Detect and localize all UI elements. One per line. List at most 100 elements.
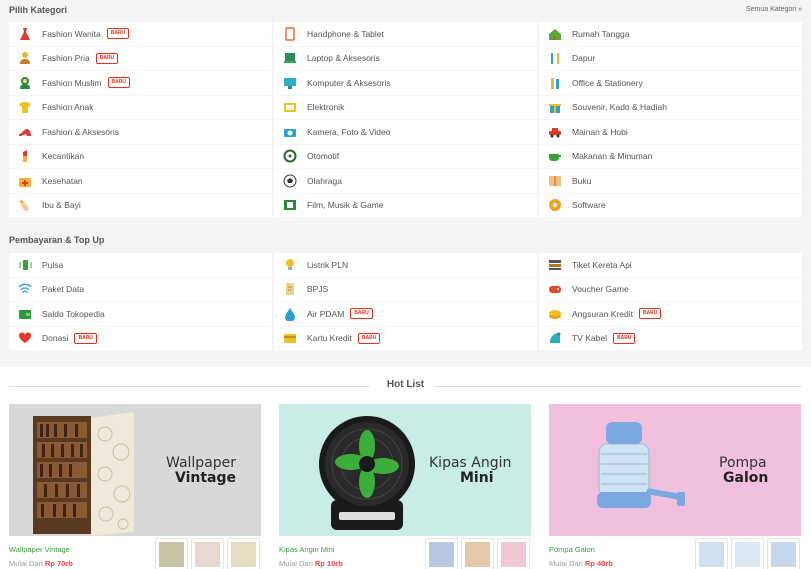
new-badge: BARU xyxy=(74,332,97,344)
kitchen-icon xyxy=(547,50,563,66)
category-label: Tiket Kereta Api xyxy=(572,259,632,270)
banner-line2: Vintage xyxy=(175,470,237,486)
section-title-payments: Pembayaran & Top Up xyxy=(9,235,105,245)
phone-signal-icon xyxy=(17,257,33,273)
category-label: Fashion Anak xyxy=(42,102,94,113)
category-item[interactable]: Fashion Pria BARU xyxy=(9,46,272,70)
category-item[interactable]: Fashion Anak xyxy=(9,95,272,119)
product-name[interactable]: Kipas Angin Mini xyxy=(279,545,334,554)
category-item[interactable]: Angsuran Kredit BARU xyxy=(539,302,802,326)
category-item[interactable]: Laptop & Aksesoris xyxy=(274,46,537,70)
camera-icon xyxy=(282,124,298,140)
category-label: Donasi xyxy=(42,333,69,344)
category-label: Kartu Kredit xyxy=(307,333,352,344)
category-label: Olahraga xyxy=(307,175,342,186)
bulb-icon xyxy=(282,257,298,273)
category-item[interactable]: Makanan & Minuman xyxy=(539,144,802,168)
hotlist-banner[interactable]: Kipas Angin Mini xyxy=(279,404,531,536)
category-label: Laptop & Aksesoris xyxy=(307,53,380,64)
category-item[interactable]: Kecantikan xyxy=(9,144,272,168)
category-item[interactable]: Listrik PLN xyxy=(274,253,537,277)
bottle-icon xyxy=(17,197,33,213)
see-all-categories-link[interactable]: Semua Kategori » xyxy=(746,6,802,13)
hotlist-card-pump[interactable]: Pompa Galon Pompa Galon Mulai Dari Rp 40… xyxy=(549,404,801,569)
new-badge: BARU xyxy=(107,77,130,89)
category-item[interactable]: Air PDAM BARU xyxy=(274,302,537,326)
category-label: Dapur xyxy=(572,53,596,64)
category-label: Voucher Game xyxy=(572,284,629,295)
category-item[interactable]: Elektronik xyxy=(274,95,537,119)
product-price: Mulai Dari Rp 40rb xyxy=(549,559,613,568)
product-thumbnail[interactable] xyxy=(695,538,728,569)
category-label: Fashion & Aksesoris xyxy=(42,126,120,137)
category-label: Software xyxy=(572,200,606,211)
disc-icon xyxy=(547,197,563,213)
tv-icon xyxy=(282,99,298,115)
category-item[interactable]: Fashion Wanita BARU xyxy=(9,22,272,46)
hotlist-card-fan[interactable]: Kipas Angin Mini Kipas Angin Mini Mulai … xyxy=(279,404,531,569)
product-thumbnail[interactable] xyxy=(425,538,458,569)
category-label: Saldo Tokopedia xyxy=(42,308,105,319)
product-thumbnail[interactable] xyxy=(767,538,800,569)
category-item[interactable]: Saldo Tokopedia xyxy=(9,302,272,326)
category-item[interactable]: Tiket Kereta Api xyxy=(539,253,802,277)
category-item[interactable]: Handphone & Tablet xyxy=(274,22,537,46)
hotlist-banner[interactable]: Pompa Galon xyxy=(549,404,801,536)
category-item[interactable]: Fashion Muslim BARU xyxy=(9,71,272,95)
category-item[interactable]: Komputer & Aksesoris xyxy=(274,71,537,95)
hotlist-banner[interactable]: Wallpaper Vintage xyxy=(9,404,261,536)
hot-list-title: Hot List xyxy=(386,379,425,390)
category-label: Air PDAM xyxy=(307,308,345,319)
category-item[interactable]: Rumah Tangga xyxy=(539,22,802,46)
category-label: Rumah Tangga xyxy=(572,28,630,39)
hotlist-card-wallpaper[interactable]: Wallpaper Vintage Wallpaper Vintage Mula… xyxy=(9,404,261,569)
category-item[interactable]: Software xyxy=(539,193,802,217)
category-item[interactable]: Souvenir, Kado & Hadiah xyxy=(539,95,802,119)
category-label: TV Kabel xyxy=(572,333,607,344)
category-item[interactable]: Donasi BARU xyxy=(9,326,272,350)
wifi-icon xyxy=(17,281,33,297)
category-item[interactable]: Buku xyxy=(539,169,802,193)
category-label: Kamera, Foto & Video xyxy=(307,126,391,137)
water-drop-icon xyxy=(282,306,298,322)
product-thumbnail[interactable] xyxy=(227,538,260,569)
category-item[interactable]: Voucher Game xyxy=(539,277,802,301)
wallet-icon xyxy=(17,306,33,322)
category-item[interactable]: Olahraga xyxy=(274,169,537,193)
category-label: BPJS xyxy=(307,284,329,295)
product-name[interactable]: Wallpaper Vintage xyxy=(9,545,70,554)
category-item[interactable]: Kesehatan xyxy=(9,169,272,193)
steering-icon xyxy=(282,148,298,164)
category-label: Elektronik xyxy=(307,102,345,113)
category-item[interactable]: TV Kabel BARU xyxy=(539,326,802,350)
category-label: Komputer & Aksesoris xyxy=(307,77,391,88)
category-item[interactable]: Ibu & Bayi xyxy=(9,193,272,217)
new-badge: BARU xyxy=(638,308,662,320)
heel-icon xyxy=(17,124,33,140)
product-thumbnail[interactable] xyxy=(155,538,188,569)
product-thumbnail[interactable] xyxy=(461,538,494,569)
category-item[interactable]: Kartu Kredit BARU xyxy=(274,326,537,350)
category-item[interactable]: Film, Musik & Game xyxy=(274,193,537,217)
category-label: Angsuran Kredit xyxy=(572,308,633,319)
category-item[interactable]: Mainan & Hobi xyxy=(539,120,802,144)
product-thumbnail[interactable] xyxy=(497,538,530,569)
category-grid: Fashion Wanita BARU Handphone & Tablet Ruma… xyxy=(9,22,802,218)
product-thumbnail[interactable] xyxy=(191,538,224,569)
category-item[interactable]: Office & Stationery xyxy=(539,71,802,95)
category-item[interactable]: Paket Data xyxy=(9,277,272,301)
category-item[interactable]: Fashion & Aksesoris xyxy=(9,120,272,144)
credit-card-icon xyxy=(282,330,298,346)
product-name[interactable]: Pompa Galon xyxy=(549,545,595,554)
category-item[interactable]: Kamera, Foto & Video xyxy=(274,120,537,144)
house-icon xyxy=(547,26,563,42)
category-item[interactable]: Otomotif xyxy=(274,144,537,168)
banner-line2: Galon xyxy=(723,470,769,486)
category-item[interactable]: BPJS xyxy=(274,277,537,301)
train-icon xyxy=(547,257,563,273)
product-thumbnail[interactable] xyxy=(731,538,764,569)
category-item[interactable]: Pulsa xyxy=(9,253,272,277)
medkit-icon xyxy=(17,173,33,189)
category-label: Makanan & Minuman xyxy=(572,151,653,162)
category-item[interactable]: Dapur xyxy=(539,46,802,70)
